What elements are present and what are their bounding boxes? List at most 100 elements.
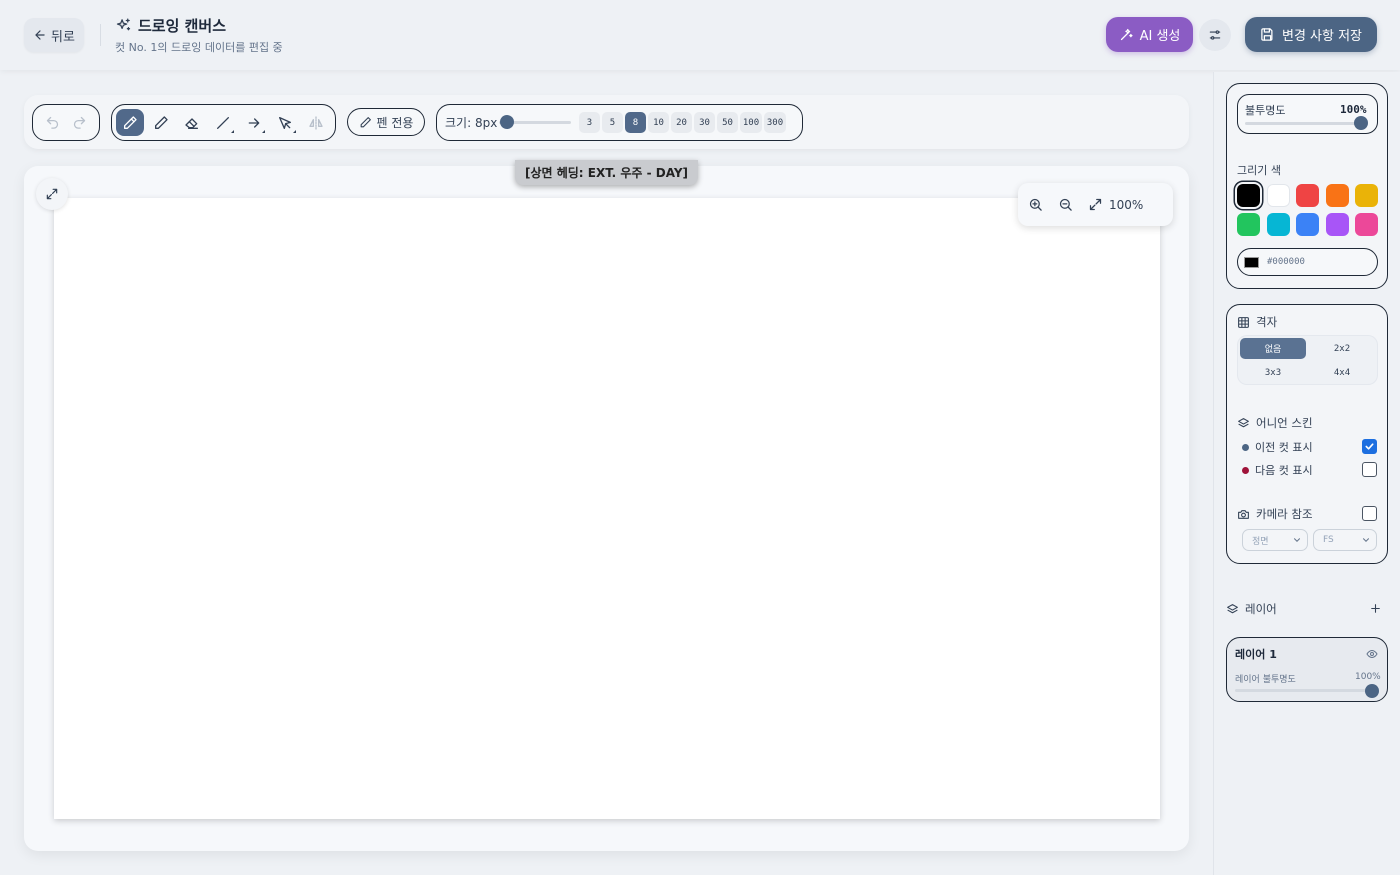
prev-dot-icon — [1242, 443, 1249, 451]
submenu-corner-icon — [262, 130, 265, 133]
pencil-icon — [153, 115, 169, 131]
color-swatch[interactable] — [1296, 213, 1319, 236]
hex-color-input[interactable]: #000000 — [1237, 248, 1378, 276]
layer-name: 레이어 1 — [1235, 648, 1277, 661]
eraser-icon — [184, 115, 200, 131]
save-changes-button[interactable]: 변경 사항 저장 — [1245, 17, 1377, 52]
opacity-label: 불투명도 — [1245, 104, 1286, 117]
zoom-in-icon[interactable] — [1028, 197, 1043, 212]
fullscreen-button[interactable] — [36, 178, 68, 210]
back-button[interactable]: 뒤로 — [24, 18, 84, 52]
opacity-slider-knob[interactable] — [1354, 116, 1368, 130]
opacity-slider[interactable] — [1245, 122, 1366, 125]
color-swatch[interactable] — [1355, 213, 1378, 236]
add-layer-button[interactable] — [1364, 597, 1386, 619]
cursor-icon — [277, 115, 293, 131]
grid-option-2x2[interactable]: 2x2 — [1309, 338, 1375, 359]
chevron-down-icon — [1361, 535, 1371, 545]
sparkles-icon — [115, 17, 132, 34]
size-preset-10[interactable]: 10 — [648, 112, 669, 133]
camera-shot-select[interactable]: FS — [1313, 529, 1377, 551]
tool-group — [111, 104, 336, 141]
pen-tool[interactable] — [116, 109, 144, 136]
color-swatch[interactable] — [1325, 184, 1349, 207]
camera-title: 카메라 참조 — [1256, 507, 1313, 521]
onion-next-row: 다음 컷 표시 — [1242, 462, 1313, 478]
camera-icon — [1237, 508, 1250, 521]
mirror-tool[interactable] — [302, 109, 330, 136]
save-icon — [1260, 27, 1275, 42]
grid-section-title: 격자 — [1237, 314, 1277, 330]
layers-section-title: 레이어 — [1226, 601, 1277, 617]
brush-size-slider-knob[interactable] — [500, 115, 514, 129]
size-preset-300[interactable]: 300 — [764, 112, 786, 133]
opacity-value: 100% — [1340, 103, 1367, 116]
plus-icon — [1369, 602, 1382, 615]
maximize-icon — [45, 187, 59, 201]
size-preset-list: 3 5 8 10 20 30 50 100 300 — [579, 112, 788, 133]
camera-angle-select[interactable]: 정면 — [1242, 529, 1308, 551]
size-preset-20[interactable]: 20 — [671, 112, 692, 133]
size-preset-3[interactable]: 3 — [579, 112, 600, 133]
zoom-controls: 100% — [1018, 183, 1173, 226]
grid-option-none[interactable]: 없음 — [1240, 338, 1306, 359]
zoom-level: 100% — [1109, 197, 1144, 212]
ai-generate-button[interactable]: AI 생성 — [1106, 17, 1193, 52]
eye-icon[interactable] — [1366, 648, 1378, 660]
page-title: 드로잉 캔버스 — [138, 17, 227, 35]
brush-size-label: 크기: 8px — [445, 116, 498, 130]
grid-option-4x4[interactable]: 4x4 — [1309, 362, 1375, 383]
layers-title: 레이어 — [1245, 602, 1277, 616]
eraser-tool[interactable] — [178, 109, 206, 136]
color-swatch[interactable] — [1325, 213, 1349, 236]
brush-size-slider[interactable] — [499, 115, 571, 129]
line-icon — [215, 115, 231, 131]
size-preset-100[interactable]: 100 — [740, 112, 762, 133]
redo-icon[interactable] — [72, 115, 87, 130]
pencil-tool[interactable] — [147, 109, 175, 136]
arrow-tool[interactable] — [240, 109, 268, 136]
size-preset-50[interactable]: 50 — [717, 112, 738, 133]
layer-opacity-slider-knob[interactable] — [1365, 684, 1379, 698]
onion-prev-checkbox[interactable] — [1362, 439, 1377, 454]
zoom-reset-button[interactable]: 100% — [1088, 197, 1143, 212]
onion-skin-title: 어니언 스킨 — [1256, 416, 1313, 430]
flip-horizontal-icon — [308, 115, 324, 131]
camera-checkbox[interactable] — [1362, 506, 1377, 521]
line-tool[interactable] — [209, 109, 237, 136]
onion-prev-row: 이전 컷 표시 — [1242, 439, 1313, 455]
expand-icon — [1088, 197, 1103, 212]
arrow-right-icon — [246, 115, 262, 131]
size-preset-8[interactable]: 8 — [625, 112, 646, 133]
brush-size-group: 크기: 8px 3 5 8 10 20 30 50 100 300 — [436, 104, 803, 141]
pen-only-label: 펜 전용 — [376, 115, 414, 130]
drawing-canvas[interactable] — [54, 198, 1160, 819]
arrow-left-icon — [33, 28, 47, 42]
pen-only-toggle[interactable]: 펜 전용 — [347, 108, 425, 136]
camera-section-title: 카메라 참조 — [1237, 506, 1313, 522]
size-preset-5[interactable]: 5 — [602, 112, 623, 133]
color-swatch[interactable] — [1266, 184, 1290, 207]
onion-skin-section-title: 어니언 스킨 — [1237, 415, 1313, 431]
settings-button[interactable] — [1199, 19, 1231, 51]
color-swatch[interactable] — [1237, 213, 1260, 236]
color-swatch[interactable] — [1355, 184, 1378, 207]
color-swatch[interactable] — [1266, 213, 1290, 236]
chevron-down-icon — [1292, 535, 1302, 545]
back-label: 뒤로 — [51, 29, 75, 45]
select-tool[interactable] — [271, 109, 299, 136]
grid-option-3x3[interactable]: 3x3 — [1240, 362, 1306, 383]
layer-opacity-slider[interactable] — [1235, 689, 1370, 692]
zoom-out-icon[interactable] — [1058, 197, 1073, 212]
color-swatch[interactable] — [1237, 184, 1260, 207]
hex-color-value: #000000 — [1267, 257, 1305, 267]
color-swatch[interactable] — [1296, 184, 1319, 207]
ai-generate-label: AI 생성 — [1139, 29, 1181, 44]
page-subtitle: 컷 No. 1의 드로잉 데이터를 편집 중 — [115, 41, 283, 54]
onion-prev-label: 이전 컷 표시 — [1255, 441, 1313, 454]
undo-icon[interactable] — [45, 115, 60, 130]
size-preset-30[interactable]: 30 — [694, 112, 715, 133]
onion-next-label: 다음 컷 표시 — [1255, 464, 1313, 477]
magic-wand-icon — [1119, 27, 1134, 42]
onion-next-checkbox[interactable] — [1362, 462, 1377, 477]
